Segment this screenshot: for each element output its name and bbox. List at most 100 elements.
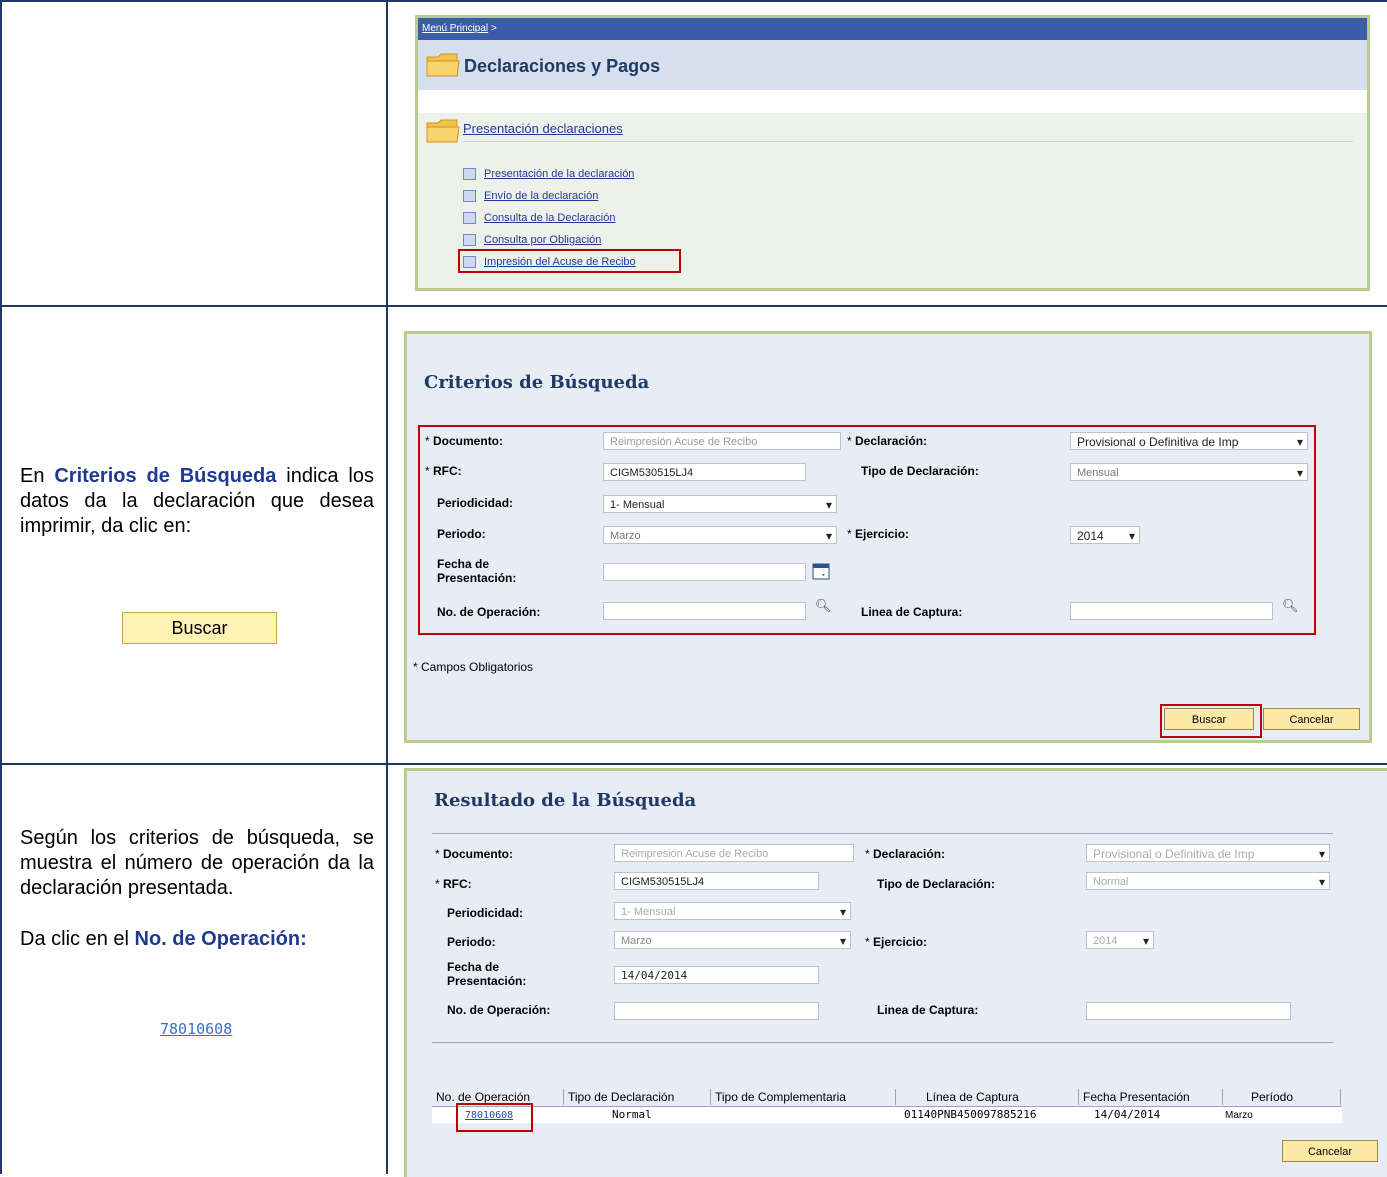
page-icon (463, 212, 476, 225)
fecha-field: 14/04/2014 (614, 966, 819, 984)
tipo-declaracion-select[interactable]: Mensual (1070, 463, 1308, 481)
divider (432, 833, 1333, 834)
highlight-box (456, 1103, 533, 1132)
cell-linea-captura: 01140PNB450097885216 (904, 1108, 1037, 1121)
instr2-prefix: Da clic en el (20, 928, 129, 950)
table-column-divider (386, 0, 388, 1174)
col-periodo: Período (1223, 1089, 1341, 1105)
menu-link-presentacion[interactable]: Presentación de la declaración (463, 166, 634, 182)
documento-field: Reimpresión Acuse de Recibo (614, 844, 854, 862)
instructions-search: En Criterios de Búsqueda indica los dato… (20, 464, 374, 539)
periodicidad-select: 1- Mensual (614, 902, 851, 920)
menu-screenshot-panel: Menú Principal > Declaraciones y Pagos P… (415, 15, 1370, 291)
search-icon[interactable]: 🔍︎ (815, 598, 832, 614)
instr-bold-criterios: Criterios de Búsqueda (54, 465, 277, 487)
label-documento: * Documento: (435, 847, 514, 861)
panel-title: Criterios de Búsqueda (424, 372, 650, 393)
cancelar-button[interactable]: Cancelar (1282, 1140, 1378, 1162)
label-rfc: * RFC: (425, 464, 462, 478)
linea-captura-field[interactable] (1070, 602, 1273, 620)
label-rfc: * RFC: (435, 877, 472, 891)
declaracion-select: Provisional o Definitiva de Imp (1086, 844, 1330, 862)
label-tipo: Tipo de Declaración: (861, 464, 979, 478)
cell-tipo: Normal (612, 1108, 652, 1121)
search-icon[interactable]: 🔍︎ (1282, 598, 1299, 614)
linea-captura-field (1086, 1002, 1291, 1020)
rfc-field[interactable]: CIGM530515LJ4 (603, 463, 806, 481)
no-operacion-field[interactable] (603, 602, 806, 620)
periodicidad-select[interactable]: 1- Mensual (603, 495, 837, 513)
fecha-field[interactable] (603, 563, 806, 581)
label-ejercicio: * Ejercicio: (865, 935, 928, 949)
table-row (432, 1107, 1342, 1123)
table-border-top (0, 0, 1387, 2)
menu-link-envio[interactable]: Envío de la declaración (463, 188, 598, 204)
search-results-panel: Resultado de la Búsqueda * Documento: * … (404, 768, 1387, 1177)
tipo-declaracion-select: Normal (1086, 872, 1330, 890)
table-row-divider-2 (0, 763, 1387, 765)
folder-icon (426, 53, 460, 77)
menu-link-consulta-obligacion[interactable]: Consulta por Obligación (463, 232, 601, 248)
section-title-link[interactable]: Presentación declaraciones (463, 121, 623, 136)
cell-periodo: Marzo (1225, 1110, 1253, 1121)
label-documento: * Documento: (425, 434, 504, 448)
periodo-select: Marzo (614, 931, 851, 949)
cancelar-button[interactable]: Cancelar (1263, 708, 1360, 730)
declaracion-select[interactable]: Provisional o Definitiva de Imp (1070, 432, 1308, 450)
breadcrumb: Menú Principal > (418, 18, 1367, 40)
section-divider (463, 141, 1353, 142)
label-linea: Linea de Captura: (861, 605, 963, 619)
label-periodo: Periodo: (447, 935, 496, 949)
highlight-box (458, 249, 681, 273)
col-fecha-presentacion: Fecha Presentación (1079, 1089, 1223, 1105)
instr-buscar-button: Buscar (122, 612, 277, 644)
panel-title: Resultado de la Búsqueda (434, 790, 697, 811)
cell-fecha: 14/04/2014 (1094, 1108, 1161, 1121)
instr-operation-link: 78010608 (160, 1020, 233, 1038)
label-no-operacion: No. de Operación: (447, 1003, 551, 1017)
table-row-divider-1 (0, 305, 1387, 307)
label-declaracion: * Declaración: (865, 847, 946, 861)
breadcrumb-separator: > (490, 23, 497, 34)
calendar-icon[interactable] (812, 562, 830, 580)
page-icon (463, 190, 476, 203)
link-label: Presentación de la declaración (484, 168, 635, 180)
page-title: Declaraciones y Pagos (464, 56, 661, 76)
periodo-select[interactable]: Marzo (603, 526, 837, 544)
label-linea: Linea de Captura: (877, 1003, 979, 1017)
label-declaracion: * Declaración: (847, 434, 928, 448)
col-linea-captura: Línea de Captura (896, 1089, 1079, 1105)
declarations-section: Presentación declaraciones Presentación … (418, 113, 1367, 288)
label-fecha: Fecha de Presentación: (447, 960, 527, 988)
col-tipo-declaracion: Tipo de Declaración (564, 1089, 711, 1105)
instr-prefix: En (20, 465, 45, 487)
instructions-result: Según los criterios de búsqueda, se mues… (20, 827, 374, 899)
link-label: Envío de la declaración (484, 190, 599, 202)
buscar-button[interactable]: Buscar (1164, 708, 1254, 730)
label-tipo: Tipo de Declaración: (877, 877, 995, 891)
label-periodicidad: Periodicidad: (437, 496, 514, 510)
instructions-click: Da clic en el No. de Operación: (20, 927, 374, 952)
label-ejercicio: * Ejercicio: (847, 527, 910, 541)
page-icon (463, 234, 476, 247)
label-no-operacion: No. de Operación: (437, 605, 541, 619)
search-criteria-panel: Criterios de Búsqueda * Documento: * RFC… (404, 331, 1372, 743)
menu-link-consulta[interactable]: Consulta de la Declaración (463, 210, 615, 226)
ejercicio-select[interactable]: 2014 (1070, 526, 1140, 544)
label-fecha: Fecha de Presentación: (437, 557, 517, 585)
page-header: Declaraciones y Pagos (418, 40, 1367, 90)
folder-icon (426, 119, 460, 143)
rfc-field: CIGM530515LJ4 (614, 872, 819, 890)
link-label: Consulta de la Declaración (484, 212, 616, 224)
page-icon (463, 168, 476, 181)
ejercicio-select: 2014 (1086, 931, 1154, 949)
required-note: * Campos Obligatorios (413, 660, 534, 674)
link-label: Consulta por Obligación (484, 234, 602, 246)
col-tipo-complementaria: Tipo de Complementaria (711, 1089, 896, 1105)
divider (432, 1042, 1333, 1043)
no-operacion-field (614, 1002, 819, 1020)
instr-bold-no-operacion: No. de Operación: (134, 928, 307, 950)
label-periodicidad: Periodicidad: (447, 906, 524, 920)
breadcrumb-main-menu-link[interactable]: Menú Principal (422, 23, 488, 34)
documento-field[interactable]: Reimpresión Acuse de Recibo (603, 432, 841, 450)
